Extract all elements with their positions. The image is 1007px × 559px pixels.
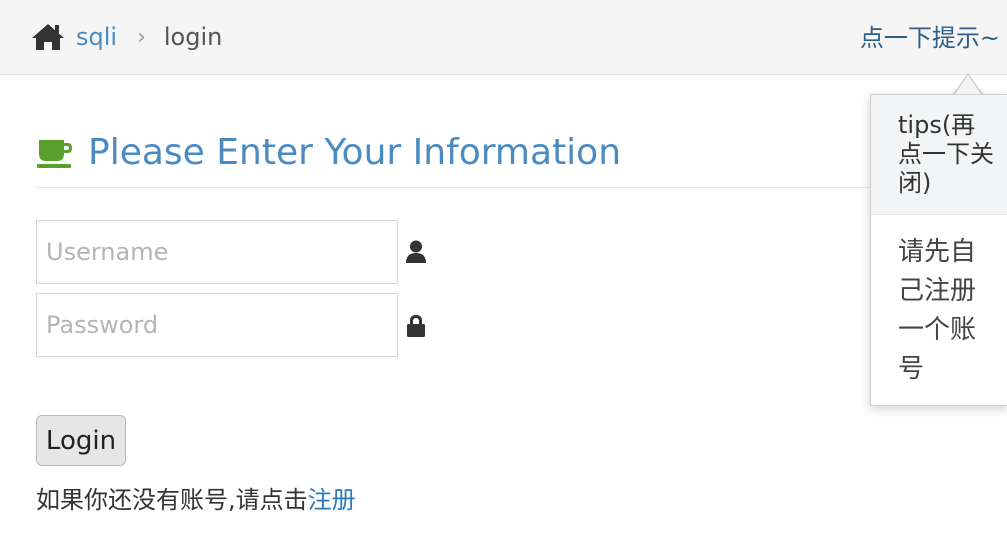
popover-title[interactable]: tips(再点一下关闭) xyxy=(871,95,1007,215)
register-link[interactable]: 注册 xyxy=(308,486,356,514)
chevron-right-icon: › xyxy=(137,24,146,50)
register-prompt-text: 如果你还没有账号,请点击 xyxy=(36,486,308,514)
page-heading: Please Enter Your Information xyxy=(36,128,936,188)
popover-content: 请先自己注册一个账号 xyxy=(898,237,977,384)
register-prompt: 如果你还没有账号,请点击注册 xyxy=(36,480,356,515)
breadcrumb: sqli › login xyxy=(30,17,222,57)
username-input[interactable] xyxy=(36,220,398,284)
page-title: Please Enter Your Information xyxy=(88,132,622,173)
breadcrumb-sqli-link[interactable]: sqli xyxy=(76,23,117,51)
top-navbar: sqli › login 点一下提示~ xyxy=(0,0,1007,75)
password-input[interactable] xyxy=(36,293,398,357)
hint-toggle-link[interactable]: 点一下提示~ xyxy=(860,18,1000,53)
user-icon xyxy=(406,240,426,263)
tips-popover[interactable]: tips(再点一下关闭) 请先自己注册一个账号 xyxy=(870,94,1007,406)
lock-icon xyxy=(407,315,425,337)
home-icon[interactable] xyxy=(30,22,66,52)
popover-arrow-fill xyxy=(955,75,981,94)
login-button[interactable]: Login xyxy=(36,415,126,466)
breadcrumb-current: login xyxy=(163,23,223,51)
coffee-cup-icon xyxy=(37,140,72,168)
